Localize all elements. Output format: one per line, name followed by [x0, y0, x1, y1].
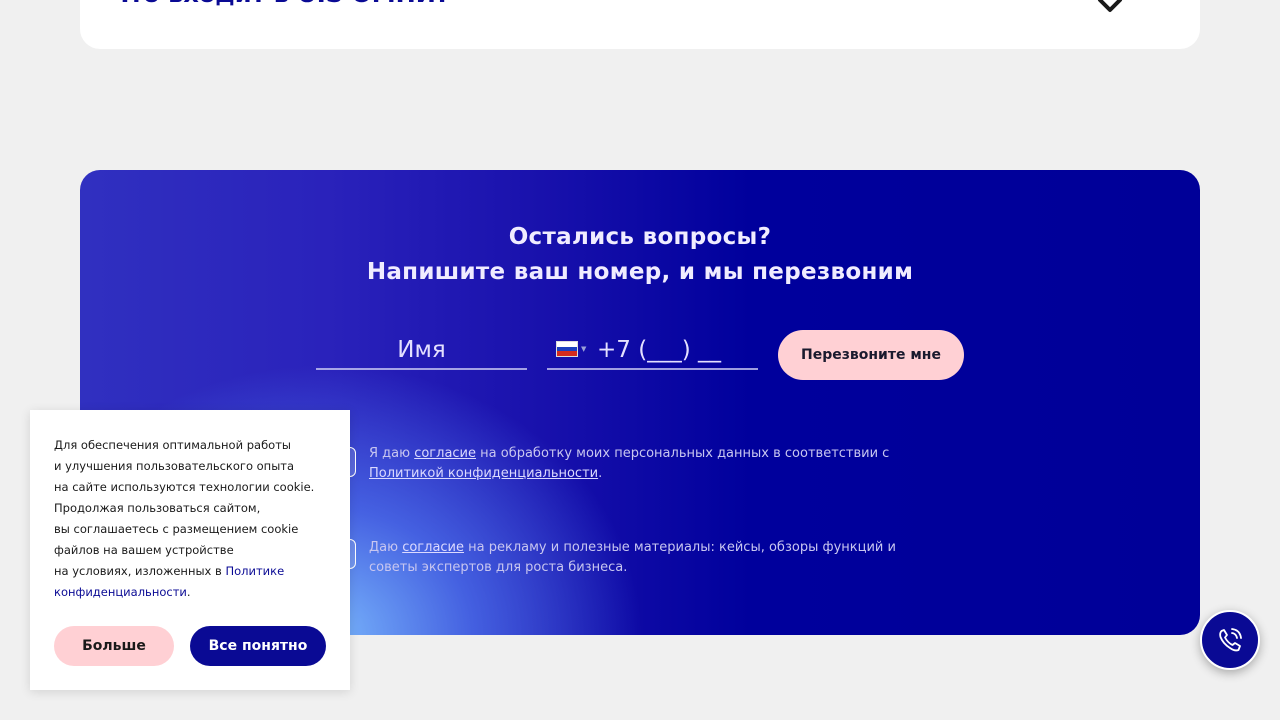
callback-submit-button[interactable]: Перезвоните мне [778, 330, 964, 380]
phone-field[interactable]: ▼ [547, 332, 758, 370]
privacy-policy-link[interactable]: Политикой конфиденциальности [369, 466, 598, 481]
call-fab-button[interactable] [1200, 610, 1260, 670]
consent-link[interactable]: согласие [414, 446, 476, 461]
name-input[interactable] [316, 332, 527, 370]
faq-item[interactable]: Что входит в UIS ОМНИ? [80, 0, 1200, 49]
banner-subtitle: Напишите ваш номер, и мы перезвоним [366, 259, 914, 285]
consent-link[interactable]: согласие [402, 540, 464, 555]
consent-personal-data-text: Я даю согласие на обработку моих персона… [369, 446, 890, 481]
chevron-down-icon[interactable] [1095, 0, 1125, 18]
phone-call-icon [1219, 628, 1242, 652]
cookie-banner: Для обеспечения оптимальной работы и улу… [30, 410, 350, 690]
cookie-policy-link-cont[interactable]: конфиденциальности [54, 585, 187, 599]
banner-title: Остались вопросы? [508, 224, 772, 250]
consent-marketing-text: Даю согласие на рекламу и полезные матер… [369, 540, 896, 575]
phone-input[interactable] [597, 332, 757, 368]
cookie-policy-link[interactable]: Политике [225, 564, 284, 578]
cookie-more-button[interactable]: Больше [54, 626, 174, 666]
cookie-accept-button[interactable]: Все понятно [190, 626, 326, 666]
faq-question[interactable]: Что входит в UIS ОМНИ? [110, 0, 450, 8]
chevron-down-icon[interactable]: ▼ [581, 345, 586, 353]
cookie-text: Для обеспечения оптимальной работы и улу… [54, 438, 315, 599]
flag-ru-icon[interactable] [556, 341, 578, 357]
